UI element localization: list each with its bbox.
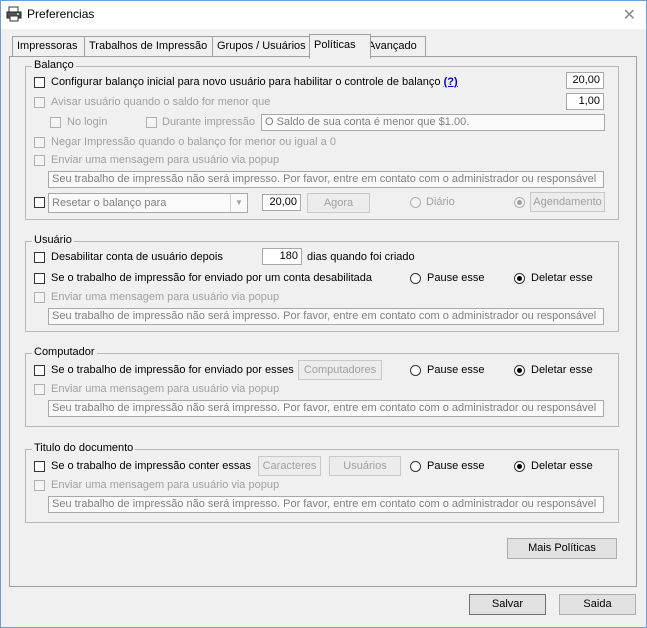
printer-app-icon xyxy=(6,6,22,22)
documento-popup-checkbox[interactable] xyxy=(34,480,45,491)
documento-pause-radio[interactable] xyxy=(410,461,421,472)
salvar-button[interactable]: Salvar xyxy=(469,594,546,615)
documento-popup-label: Enviar uma mensagem para usuário via pop… xyxy=(51,479,280,491)
documento-pause-label: Pause esse xyxy=(427,460,485,472)
usuario-pause-label: Pause esse xyxy=(427,272,485,284)
reset-balance-select[interactable]: Resetar o balanço para ▼ xyxy=(48,193,248,213)
balanco-title: Balanço xyxy=(32,59,76,71)
balanco-popup-message[interactable]: Seu trabalho de impressão não será impre… xyxy=(48,171,604,188)
help-link[interactable]: (?) xyxy=(444,76,458,88)
conta-desabilitada-checkbox[interactable] xyxy=(34,273,45,284)
desabilitar-conta-checkbox[interactable] xyxy=(34,252,45,263)
initial-balance-input[interactable]: 20,00 xyxy=(566,72,604,89)
usuario-popup-label: Enviar uma mensagem para usuário via pop… xyxy=(51,291,280,303)
title-bar: Preferencias ✕ xyxy=(1,1,646,29)
diario-label: Diário xyxy=(426,196,455,208)
documento-delete-radio[interactable] xyxy=(514,461,525,472)
usuario-title: Usuário xyxy=(32,234,74,246)
balanco-popup-label: Enviar uma mensagem para usuário via pop… xyxy=(51,154,280,166)
usuario-popup-message[interactable]: Seu trabalho de impressão não será impre… xyxy=(48,308,604,325)
documento-title: Titulo do documento xyxy=(32,442,136,454)
documento-popup-message[interactable]: Seu trabalho de impressão não será impre… xyxy=(48,496,604,513)
documento-label: Se o trabalho de impressão conter essas xyxy=(51,460,251,472)
negar-impressao-checkbox[interactable] xyxy=(34,137,45,148)
reset-value-input[interactable]: 20,00 xyxy=(262,194,301,211)
reset-balance-select-value: Resetar o balanço para xyxy=(52,197,167,209)
computador-checkbox[interactable] xyxy=(34,365,45,376)
computadores-button[interactable]: Computadores xyxy=(298,360,382,380)
computador-popup-label: Enviar uma mensagem para usuário via pop… xyxy=(51,383,280,395)
computador-pause-label: Pause esse xyxy=(427,364,485,376)
mais-politicas-button[interactable]: Mais Políticas xyxy=(507,538,617,559)
usuario-popup-checkbox[interactable] xyxy=(34,292,45,303)
computador-popup-checkbox[interactable] xyxy=(34,384,45,395)
computador-pause-radio[interactable] xyxy=(410,365,421,376)
avisar-label: Avisar usuário quando o saldo for menor … xyxy=(51,96,271,108)
saida-button[interactable]: Saida xyxy=(559,594,636,615)
balanco-popup-checkbox[interactable] xyxy=(34,155,45,166)
days-suffix-label: dias quando foi criado xyxy=(307,251,415,263)
diario-radio[interactable] xyxy=(410,197,421,208)
negar-impressao-label: Negar Impressão quando o balanço for men… xyxy=(51,136,336,148)
config-balance-label: Configurar balanço inicial para novo usu… xyxy=(51,76,458,88)
computador-delete-label: Deletar esse xyxy=(531,364,593,376)
computador-label: Se o trabalho de impressão for enviado p… xyxy=(51,364,294,376)
usuarios-button[interactable]: Usuários xyxy=(329,456,401,476)
reset-balance-checkbox[interactable] xyxy=(34,197,45,208)
computador-title: Computador xyxy=(32,346,97,358)
tab-politicas[interactable]: Políticas xyxy=(309,34,371,59)
computador-delete-radio[interactable] xyxy=(514,365,525,376)
usuario-delete-label: Deletar esse xyxy=(531,272,593,284)
desabilitar-conta-label: Desabilitar conta de usuário depois xyxy=(51,251,223,263)
tab-impressoras[interactable]: Impressoras xyxy=(12,36,89,56)
caracteres-button[interactable]: Caracteres xyxy=(258,456,321,476)
config-balance-checkbox[interactable] xyxy=(34,77,45,88)
avisar-value-input[interactable]: 1,00 xyxy=(566,93,604,110)
durante-impressao-label: Durante impressão xyxy=(162,116,255,128)
window-title: Preferencias xyxy=(27,7,95,21)
agendamento-button[interactable]: Agendamento xyxy=(530,192,605,212)
agora-button[interactable]: Agora xyxy=(307,193,370,213)
documento-delete-label: Deletar esse xyxy=(531,460,593,472)
warning-message-input[interactable]: O Saldo de sua conta é menor que $1.00. xyxy=(261,114,605,131)
usuario-delete-radio[interactable] xyxy=(514,273,525,284)
tab-grupos-usuarios[interactable]: Grupos / Usuários xyxy=(212,36,312,56)
documento-checkbox[interactable] xyxy=(34,461,45,472)
no-login-checkbox[interactable] xyxy=(50,117,61,128)
chevron-down-icon: ▼ xyxy=(230,194,247,212)
agendamento-radio[interactable] xyxy=(514,197,525,208)
tab-avancado[interactable]: Avançado xyxy=(363,36,426,56)
conta-desabilitada-label: Se o trabalho de impressão for enviado p… xyxy=(51,272,373,284)
durante-impressao-checkbox[interactable] xyxy=(146,117,157,128)
days-input[interactable]: 180 xyxy=(262,248,302,265)
no-login-label: No login xyxy=(67,116,108,128)
tab-trabalhos[interactable]: Trabalhos de Impressão xyxy=(84,36,214,56)
close-icon[interactable]: ✕ xyxy=(623,5,636,25)
computador-popup-message[interactable]: Seu trabalho de impressão não será impre… xyxy=(48,400,604,417)
avisar-checkbox[interactable] xyxy=(34,97,45,108)
usuario-pause-radio[interactable] xyxy=(410,273,421,284)
